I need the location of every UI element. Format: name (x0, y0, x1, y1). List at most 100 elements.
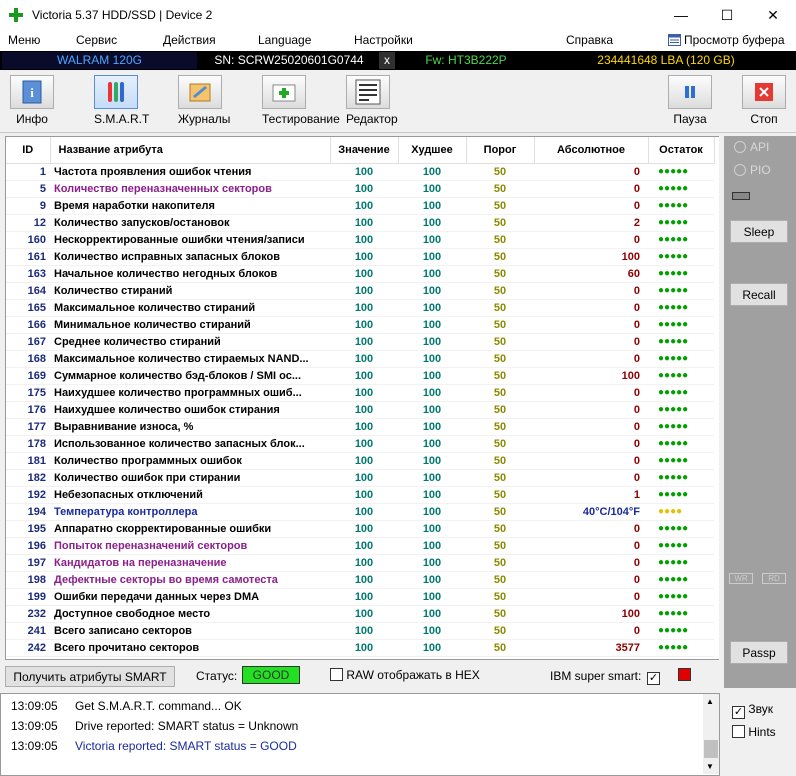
attribute-remaining: ●●●●● (648, 605, 714, 623)
table-row[interactable]: 165 Максимальное количество стираний 100 10… (6, 299, 714, 317)
recall-button[interactable]: Recall (730, 283, 788, 306)
attribute-absolute: 0 (534, 163, 648, 181)
table-row[interactable]: 242 Всего прочитано секторов 100 100 50 3577 ●… (6, 639, 714, 657)
table-row[interactable]: 168 Максимальное количество стираемых NAN… (6, 350, 714, 368)
logs-button[interactable]: Журналы (178, 75, 230, 131)
table-row[interactable]: 199 Ошибки передачи данных через DMA 100 10… (6, 588, 714, 606)
column-header-value[interactable]: Значение (330, 137, 399, 164)
attribute-worst: 100 (398, 418, 466, 436)
column-header-absolute[interactable]: Абсолютное (534, 137, 649, 164)
attribute-name: Максимальное количество стираний (50, 299, 330, 317)
get-smart-label: Получить атрибуты SMART (13, 669, 167, 684)
table-row[interactable]: 5 Количество переназначенных секторов 100 1… (6, 180, 714, 198)
pause-button[interactable]: Пауза (668, 75, 712, 131)
attribute-threshold: 50 (466, 537, 534, 555)
hints-checkbox[interactable]: Hints (732, 725, 776, 739)
log-panel: 13:09:05 Get S.M.A.R.T. command... OK 13:… (0, 693, 720, 776)
attribute-threshold: 50 (466, 520, 534, 538)
attribute-value: 100 (330, 180, 398, 198)
maximize-button[interactable]: ☐ (704, 0, 750, 30)
testing-button[interactable]: Тестирование (262, 75, 340, 131)
attribute-worst: 100 (398, 554, 466, 572)
indicator-box (732, 192, 750, 200)
table-row[interactable]: 182 Количество ошибок при стирании 100 100 5… (6, 469, 714, 487)
buffer-icon (668, 34, 681, 46)
scroll-up-icon[interactable]: ▲ (706, 697, 714, 706)
column-header-id[interactable]: ID (6, 137, 51, 164)
column-header-threshold[interactable]: Порог (466, 137, 535, 164)
stop-button[interactable]: Стоп (742, 75, 786, 131)
table-row[interactable]: 161 Количество исправных запасных блоков 1… (6, 248, 714, 266)
table-row[interactable]: 164 Количество стираний 100 100 50 0 ●●●●● (6, 282, 714, 300)
ibm-super-smart-checkbox[interactable]: ✓ (647, 668, 660, 685)
table-row[interactable]: 196 Попыток переназначений секторов 100 100… (6, 537, 714, 555)
menu-language[interactable]: Language (258, 33, 311, 47)
menu-help[interactable]: Справка (566, 33, 613, 47)
table-row[interactable]: 1 Частота проявления ошибок чтения 100 100 5… (6, 163, 714, 181)
get-smart-button[interactable]: Получить атрибуты SMART (5, 666, 175, 687)
attribute-remaining: ●●●●● (648, 435, 714, 453)
column-header-remaining[interactable]: Остаток (648, 137, 715, 164)
scroll-thumb[interactable] (704, 740, 718, 758)
table-scrollbar[interactable] (719, 136, 723, 660)
column-header-name[interactable]: Название атрибута (50, 137, 331, 164)
drive-firmware: Fw: HT3B222P (397, 52, 535, 69)
table-row[interactable]: 197 Кандидатов на переназначение 100 100 50 0… (6, 554, 714, 572)
info-button[interactable]: i Инфо (10, 75, 54, 131)
attribute-threshold: 50 (466, 163, 534, 181)
table-row[interactable]: 169 Суммарное количество бэд-блоков / SMI… (6, 367, 714, 385)
menu-actions[interactable]: Действия (163, 33, 216, 47)
attribute-id: 9 (6, 197, 50, 215)
pio-radio[interactable]: PIO (734, 163, 771, 177)
editor-button[interactable]: Редактор (346, 75, 398, 131)
smart-button[interactable]: S.M.A.R.T (94, 75, 149, 131)
menu-settings[interactable]: Настройки (354, 33, 413, 47)
table-row[interactable]: 178 Использованное количество запасных бл… (6, 435, 714, 453)
table-row[interactable]: 166 Минимальное количество стираний 100 100… (6, 316, 714, 334)
table-row[interactable]: 192 Небезопасных отключений 100 100 50 1 ●●●●● (6, 486, 714, 504)
table-row[interactable]: 163 Начальное количество негодных блоков 1… (6, 265, 714, 283)
table-row[interactable]: 175 Наихудшее количество программных ошиб… (6, 384, 714, 402)
buffer-view-button[interactable]: Просмотр буфера (668, 33, 785, 47)
attribute-worst: 100 (398, 384, 466, 402)
log-scrollbar[interactable]: ▲ ▼ (703, 694, 719, 774)
log-entry: 13:09:05 Victoria reported: SMART status … (5, 736, 297, 756)
close-button[interactable]: ✕ (750, 0, 796, 30)
passp-button[interactable]: Passp (730, 641, 788, 664)
hints-box (732, 725, 745, 738)
api-radio[interactable]: API (734, 140, 769, 154)
attribute-id: 5 (6, 180, 50, 198)
raw-hex-box (330, 668, 343, 681)
menu-bar: Меню Сервис Действия Language Настройки … (0, 30, 796, 51)
column-header-worst[interactable]: Худшее (398, 137, 467, 164)
attribute-id: 241 (6, 622, 50, 640)
table-row[interactable]: 9 Время наработки накопителя 100 100 50 0 ●●●●… (6, 197, 714, 215)
table-row[interactable]: 181 Количество программных ошибок 100 100 50… (6, 452, 714, 470)
drive-close-x[interactable]: x (379, 52, 395, 69)
attribute-id: 232 (6, 605, 50, 623)
sleep-button[interactable]: Sleep (730, 220, 788, 243)
attribute-id: 167 (6, 333, 50, 351)
ibm-check-icon: ✓ (647, 672, 660, 685)
table-row[interactable]: 241 Всего записано секторов 100 100 50 0 ●●●●● (6, 622, 714, 640)
table-row[interactable]: 177 Выравнивание износа, % 100 100 50 0 ●●●●● (6, 418, 714, 436)
menu-service[interactable]: Сервис (76, 33, 117, 47)
minimize-button[interactable]: — (658, 0, 704, 30)
scroll-down-icon[interactable]: ▼ (706, 762, 714, 771)
table-row[interactable]: 232 Доступное свободное место 100 100 50 100 ●… (6, 605, 714, 623)
attribute-threshold: 50 (466, 622, 534, 640)
attribute-worst: 100 (398, 639, 466, 657)
attribute-name: Наихудшее количество программных ошиб... (50, 384, 330, 402)
menu-main[interactable]: Меню (8, 33, 40, 47)
table-row[interactable]: 195 Аппаратно скорректированные ошибки 100… (6, 520, 714, 538)
attribute-id: 161 (6, 248, 50, 266)
drive-model[interactable]: WALRAM 120G (2, 52, 197, 69)
sound-checkbox[interactable]: ✓ Звук (732, 702, 773, 719)
table-row[interactable]: 176 Наихудшее количество ошибок стирания 1… (6, 401, 714, 419)
raw-hex-checkbox[interactable]: RAW отображать в HEX (330, 668, 480, 682)
table-row[interactable]: 198 Дефектные секторы во время самотеста 1… (6, 571, 714, 589)
table-row[interactable]: 194 Температура контроллера 100 100 50 40°C/1… (6, 503, 714, 521)
table-row[interactable]: 160 Нескорректированные ошибки чтения/зап… (6, 231, 714, 249)
table-row[interactable]: 12 Количество запусков/остановок 100 100 50 2… (6, 214, 714, 232)
table-row[interactable]: 167 Среднее количество стираний 100 100 50 0 ●… (6, 333, 714, 351)
